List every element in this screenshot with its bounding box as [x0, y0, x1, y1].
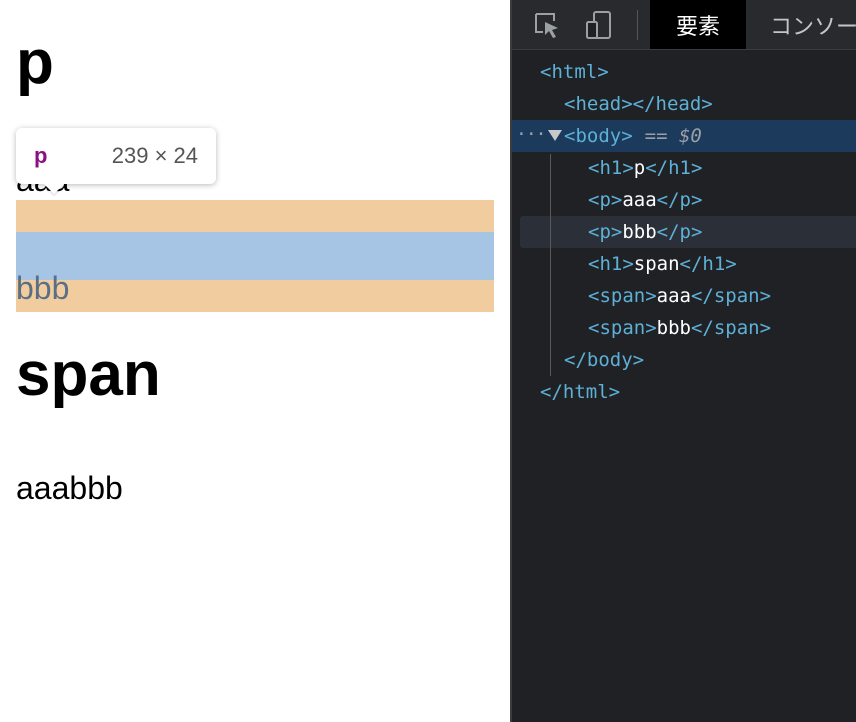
devtools-toolbar: 要素 コンソー: [512, 0, 856, 50]
devtools-panel: 要素 コンソー <html> <head></head> ··· <body> …: [510, 0, 856, 722]
more-icon[interactable]: ···: [516, 124, 546, 145]
tag-close: </p>: [656, 189, 703, 211]
content-highlight: [16, 232, 494, 280]
tooltip-size: 239 × 24: [111, 143, 198, 168]
tag-html-close: </html>: [540, 381, 621, 403]
tag-open: <p>: [588, 221, 623, 243]
node-text: bbb: [656, 317, 691, 339]
inspect-tooltip: p 239 × 24: [16, 128, 216, 184]
margin-highlight-top: [16, 200, 494, 232]
tag-html-open: <html>: [540, 61, 609, 83]
tag-close: </span>: [690, 317, 772, 339]
tooltip-tag: p: [34, 143, 48, 168]
node-text: span: [633, 253, 680, 275]
dom-node-html[interactable]: <html>: [512, 56, 856, 88]
dom-node-span-bbb[interactable]: <span> bbb </span>: [512, 312, 856, 344]
inspect-element-icon[interactable]: [530, 8, 564, 42]
tag-open: <h1>: [588, 253, 634, 275]
tag-open: <span>: [588, 317, 657, 339]
indent-guide: [550, 154, 551, 376]
dom-node-body-close[interactable]: </body>: [512, 344, 856, 376]
spans-text: aaabbb: [16, 470, 123, 506]
dom-node-head[interactable]: <head></head>: [512, 88, 856, 120]
dom-node-p-aaa[interactable]: <p> aaa </p>: [512, 184, 856, 216]
tag-close: </span>: [690, 285, 772, 307]
dom-node-body-selected[interactable]: ··· <body> == $0: [512, 120, 856, 152]
node-text: bbb: [622, 221, 657, 243]
paragraph-bbb: bbb: [16, 270, 70, 306]
dom-node-h1-span[interactable]: <h1> span </h1>: [512, 248, 856, 280]
node-text: aaa: [622, 189, 657, 211]
tag-close: </h1>: [679, 253, 737, 275]
tag-close: </p>: [656, 221, 703, 243]
tab-console[interactable]: コンソー: [770, 0, 856, 49]
margin-highlight-bottom: [16, 280, 494, 312]
device-toolbar-icon[interactable]: [582, 8, 616, 42]
tag-close: </h1>: [645, 157, 703, 179]
node-text: aaa: [656, 285, 691, 307]
page-viewport: p aaa bbb span aaabbb p 239 × 24: [0, 0, 510, 722]
tag-open: <p>: [588, 189, 623, 211]
dom-node-p-bbb-hovered[interactable]: <p> bbb </p>: [520, 216, 856, 248]
tag-open: <span>: [588, 285, 657, 307]
tag-head: <head></head>: [564, 93, 713, 115]
tag-open: <h1>: [588, 157, 634, 179]
selected-marker: == $0: [644, 125, 702, 147]
dom-node-h1[interactable]: <h1> p </h1>: [512, 152, 856, 184]
heading-p: p: [16, 28, 54, 97]
tag-body-close: </body>: [564, 349, 645, 371]
collapse-triangle-icon[interactable]: [548, 130, 562, 141]
toolbar-divider: [637, 10, 638, 40]
dom-node-html-close[interactable]: </html>: [512, 376, 856, 408]
node-text: p: [633, 157, 646, 179]
dom-node-span-aaa[interactable]: <span> aaa </span>: [512, 280, 856, 312]
tab-elements[interactable]: 要素: [650, 0, 746, 49]
heading-span: span: [16, 340, 161, 409]
